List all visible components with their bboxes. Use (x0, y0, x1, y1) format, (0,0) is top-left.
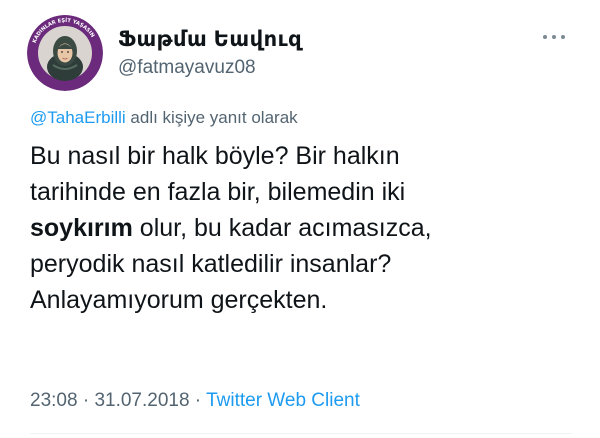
more-horizontal-icon[interactable] (540, 31, 568, 43)
avatar[interactable]: KADINLAR EŞİT YAŞASIN (27, 15, 103, 91)
divider (30, 433, 572, 434)
tweet-text-span: olur, bu kadar acımasızca, (132, 214, 432, 242)
tweet-source-link[interactable]: Twitter Web Client (206, 390, 360, 411)
reply-mention-link[interactable]: @TahaErbilli (30, 108, 126, 127)
tweet-text-line: Anlayamıyorum gerçekten. (30, 286, 328, 314)
tweet-text-line: peryodik nasıl katledilir insanlar? (30, 250, 392, 278)
tweet-date[interactable]: 31.07.2018 (94, 390, 189, 411)
tweet-text-line: Bu nasıl bir halk böyle? Bir halkın (30, 142, 400, 170)
tweet-time[interactable]: 23:08 (30, 390, 78, 411)
tweet-text: Bu nasıl bir halk böyle? Bir halkın tari… (30, 138, 590, 318)
meta-separator: · (77, 390, 95, 411)
reply-context-text: adlı kişiye yanıt olarak (125, 108, 298, 127)
tweet-text-line: soykırım olur, bu kadar acımasızca, (30, 210, 590, 246)
tweet-metadata: 23:08 · 31.07.2018 · Twitter Web Client (30, 390, 360, 412)
tweet-text-bold: soykırım (30, 214, 133, 242)
tweet: KADINLAR EŞİT YAŞASIN Ֆաթմա Եավուզ @fatm… (0, 0, 600, 438)
tweet-text-line: tarihinde en fazla bir, bilemedin iki (30, 178, 406, 206)
meta-separator: · (189, 390, 207, 411)
reply-context: @TahaErbilli adlı kişiye yanıt olarak (30, 108, 298, 128)
display-name[interactable]: Ֆաթմա Եավուզ (118, 27, 302, 52)
user-handle[interactable]: @fatmayavuz08 (118, 57, 256, 79)
